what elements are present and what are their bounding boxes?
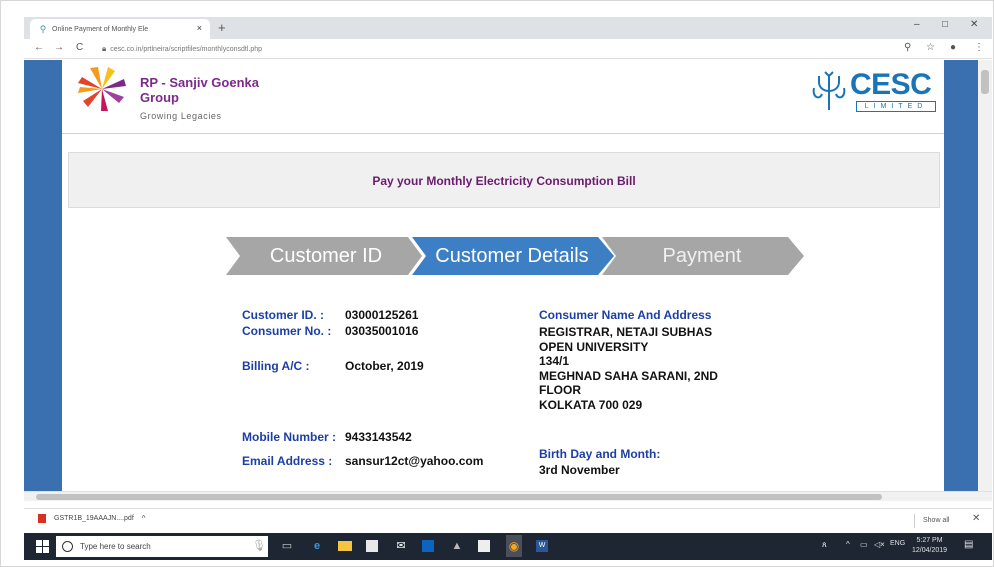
consumer-no-label: Consumer No. : — [242, 324, 332, 338]
back-button[interactable]: ← — [34, 42, 44, 53]
tray-expand-icon[interactable]: ^ — [846, 540, 850, 549]
word-icon[interactable]: W — [536, 540, 548, 552]
account-icon[interactable]: ● — [950, 42, 956, 53]
name-address-label: Consumer Name And Address — [539, 308, 712, 322]
address-line: FLOOR — [539, 383, 581, 397]
outlook-icon[interactable] — [422, 540, 434, 552]
download-filename: GSTR1B_19AAAJN....pdf — [54, 515, 134, 522]
taskbar-clock[interactable]: 5:27 PM 12/04/2019 — [912, 536, 947, 556]
browser-tabstrip: ⚲ Online Payment of Monthly Ele × + – □ … — [24, 17, 992, 39]
taskbar-search-box[interactable]: Type here to search — [56, 536, 268, 557]
address-line: OPEN UNIVERSITY — [539, 339, 649, 354]
tab-close-icon[interactable]: × — [197, 23, 202, 33]
mail-icon[interactable]: ✉︎ — [394, 539, 408, 553]
browser-tab[interactable]: ⚲ Online Payment of Monthly Ele × — [30, 19, 210, 39]
customer-id-label: Customer ID. : — [242, 308, 325, 322]
title-panel: Pay your Monthly Electricity Consumption… — [68, 152, 940, 208]
reader-icon[interactable] — [478, 540, 490, 552]
clock-time: 5:27 PM — [916, 537, 943, 544]
progress-steps: Customer ID Customer Details Payment — [226, 237, 806, 275]
mobile-value: 9433143542 — [345, 430, 412, 444]
page-title: Pay your Monthly Electricity Consumption… — [372, 174, 636, 188]
minimize-button[interactable]: – — [914, 19, 920, 30]
page-content: RP - Sanjiv Goenka Group Growing Legacie… — [62, 60, 944, 498]
billing-value: October, 2019 — [345, 359, 424, 373]
customer-id-value: 03000125261 — [345, 308, 419, 322]
rpsg-name-line2: Group — [140, 90, 179, 105]
clock-date: 12/04/2019 — [912, 547, 948, 554]
chrome-icon[interactable]: ◉ — [506, 535, 522, 557]
show-all-button[interactable]: Show all — [914, 514, 949, 528]
address-line: MEGHNAD SAHA SARANI, 2ND — [539, 368, 718, 383]
billing-label: Billing A/C : — [242, 359, 310, 373]
url-field[interactable]: 🔒︎ cesc.co.in/prtlneira/scriptfiles/month… — [102, 42, 902, 56]
birth-label: Birth Day and Month: — [539, 447, 661, 461]
close-window-button[interactable]: ✕ — [970, 19, 978, 30]
step-payment: Payment — [662, 245, 742, 267]
step-customer-details: Customer Details — [435, 245, 589, 267]
cesc-limited-tag: LIMITED — [856, 101, 936, 112]
vertical-scrollbar[interactable] — [978, 60, 992, 498]
maximize-button[interactable]: □ — [942, 19, 948, 30]
consumer-address: REGISTRAR, NETAJI SUBHAS OPEN UNIVERSITY… — [539, 325, 749, 412]
close-download-bar-icon[interactable]: ✕ — [972, 513, 980, 524]
reload-button[interactable]: C — [76, 42, 83, 53]
email-label: Email Address : — [242, 454, 333, 468]
file-explorer-icon[interactable] — [338, 541, 352, 551]
zoom-icon[interactable]: ⚲ — [904, 42, 911, 53]
lock-icon: 🔒︎ — [102, 44, 107, 53]
chevron-up-icon[interactable]: ^ — [142, 514, 146, 523]
page-viewport: RP - Sanjiv Goenka Group Growing Legacie… — [24, 60, 992, 498]
email-value: sansur12ct@yahoo.com — [345, 454, 484, 468]
menu-icon[interactable]: ⋮ — [974, 42, 984, 53]
download-item[interactable]: GSTR1B_19AAAJN....pdf ^ — [38, 514, 146, 523]
store-icon[interactable] — [366, 540, 378, 552]
tab-title: Online Payment of Monthly Ele — [52, 25, 149, 33]
star-icon[interactable]: ☆ — [926, 42, 935, 53]
rpsg-name-line1: RP - Sanjiv Goenka — [140, 75, 259, 90]
address-line: REGISTRAR, NETAJI SUBHAS — [539, 325, 713, 339]
language-indicator[interactable]: ENG — [890, 540, 905, 547]
address-bar: ← → C 🔒︎ cesc.co.in/prtlneira/scriptfiles… — [24, 39, 992, 59]
task-view-icon[interactable]: ▭ — [280, 539, 294, 553]
notification-icon[interactable]: ▤ — [964, 539, 973, 550]
url-text: cesc.co.in/prtlneira/scriptfiles/monthly… — [110, 46, 262, 53]
consumer-no-value: 03035001016 — [345, 324, 419, 338]
scroll-thumb[interactable] — [36, 494, 882, 500]
cesc-brand-name: CESC — [850, 68, 932, 101]
birth-value: 3rd November — [539, 463, 620, 477]
people-icon[interactable]: ጰ — [822, 540, 827, 550]
step-customer-id: Customer ID — [269, 245, 383, 267]
scroll-thumb[interactable] — [981, 70, 989, 94]
forward-button[interactable]: → — [54, 42, 64, 53]
rpsg-logo-icon — [78, 67, 126, 111]
windows-taskbar: Type here to search 🎙︎ ▭ e ✉︎ ▲ ◉ W ጰ ^ … — [24, 533, 992, 560]
mobile-label: Mobile Number : — [242, 430, 337, 444]
cortana-icon — [62, 541, 73, 552]
header-divider — [62, 133, 944, 134]
address-line: 134/1 — [539, 354, 570, 368]
horizontal-scrollbar[interactable] — [24, 491, 992, 501]
address-line: KOLKATA 700 029 — [539, 397, 643, 412]
rpsg-group-name: RP - Sanjiv Goenka Group — [140, 75, 259, 105]
cesc-trident-icon — [812, 71, 846, 110]
pdf-icon — [38, 514, 46, 523]
photos-icon[interactable]: ▲ — [450, 539, 464, 553]
download-bar: GSTR1B_19AAAJN....pdf ^ Show all ✕ — [24, 508, 992, 532]
new-tab-button[interactable]: + — [218, 20, 226, 35]
microphone-icon[interactable]: 🎙︎ — [252, 539, 266, 553]
taskbar-search-placeholder: Type here to search — [80, 542, 151, 551]
cesc-favicon-icon: ⚲ — [39, 24, 47, 34]
edge-icon[interactable]: e — [310, 539, 324, 553]
rpsg-tagline: Growing Legacies — [140, 111, 222, 121]
windows-start-icon[interactable] — [36, 540, 49, 553]
network-icon[interactable]: ▭ — [860, 540, 868, 549]
volume-icon[interactable]: ◁× — [874, 540, 885, 549]
